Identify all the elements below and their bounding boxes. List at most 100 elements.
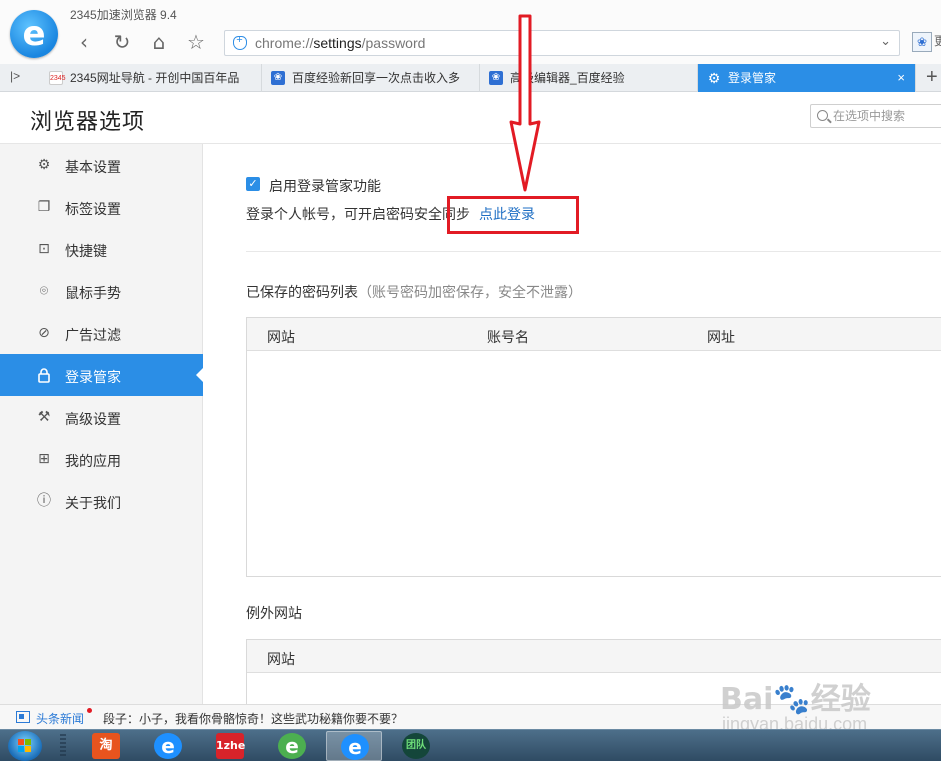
sidebar-item-label: 高级设置	[65, 411, 121, 427]
tab-baidu-jingyan-share[interactable]: ❀ 百度经验新回享一次点击收入多	[262, 64, 480, 92]
back-button[interactable]: ‹	[72, 30, 96, 54]
table-header: 网站 账号名 网址	[247, 318, 941, 351]
green-e-icon: e	[278, 733, 306, 759]
taskbar-app-ie[interactable]: e	[140, 731, 196, 761]
tab-label: 2345网址导航 - 开创中国百年品	[70, 71, 240, 85]
2345-logo-icon: 2345	[49, 71, 66, 85]
1zhe-icon: 1zhe	[216, 733, 245, 759]
table-header: 网站	[247, 640, 941, 673]
news-headline[interactable]: 段子：小子，我看你骨骼惊奇！这些武功秘籍你要不要？	[103, 710, 403, 727]
lock-icon	[36, 367, 52, 383]
annotation-arrow	[509, 14, 541, 192]
back-arrow-icon: ‹	[80, 30, 88, 54]
url-text[interactable]: chrome://settings/password	[255, 35, 425, 51]
taskbar-app-2345-browser[interactable]: e	[326, 731, 382, 761]
2345-browser-icon: e	[341, 734, 369, 760]
lock-svg	[38, 368, 50, 383]
team-app-icon: 团队	[402, 733, 430, 759]
home-button[interactable]: ⌂	[147, 30, 171, 54]
saved-passwords-heading: 已保存的密码列表	[246, 284, 358, 300]
saved-passwords-subtitle: （账号密码加密保存，安全不泄露）	[358, 284, 582, 300]
news-label[interactable]: 头条新闻	[36, 710, 84, 727]
search-input[interactable]	[833, 108, 941, 124]
baidu-paw-icon: ❀	[271, 71, 285, 85]
sidebar-item-label: 基本设置	[65, 159, 121, 175]
taskbar-grip	[60, 734, 66, 758]
start-button[interactable]	[8, 731, 42, 761]
taskbar-app-green-browser[interactable]: e	[264, 731, 320, 761]
enable-login-manager-checkbox[interactable]: ✓	[246, 177, 260, 191]
url-scheme: chrome://	[255, 35, 314, 51]
block-icon: ⊘	[38, 325, 50, 341]
logo-letter: e	[22, 14, 46, 54]
tab-2345-nav[interactable]: 2345 2345网址导航 - 开创中国百年品	[40, 64, 262, 92]
saved-passwords-title: 已保存的密码列表（账号密码加密保存，安全不泄露）	[246, 282, 582, 302]
sidebar-item-label: 标签设置	[65, 201, 121, 217]
windows-taskbar: 淘 e 1zhe e e 团队	[0, 729, 941, 761]
reload-button[interactable]: ↻	[110, 30, 134, 54]
address-dropdown-icon[interactable]: ⌄	[880, 33, 891, 49]
bookmark-button[interactable]: ☆	[184, 30, 208, 54]
sidebar-item-label: 快捷键	[65, 243, 107, 259]
new-tab-button[interactable]: +	[926, 64, 938, 90]
sidebar-item-label: 我的应用	[65, 453, 121, 469]
sidebar-item-mouse-gestures[interactable]: ⌾ 鼠标手势	[0, 270, 203, 312]
sidebar-item-label: 广告过滤	[65, 327, 121, 343]
reload-icon: ↻	[113, 30, 131, 54]
settings-search[interactable]	[810, 104, 941, 128]
gear-icon: ⚙	[37, 157, 51, 173]
column-header-site: 网站	[267, 651, 295, 667]
sidebar-item-advanced[interactable]: ⚒ 高级设置	[0, 396, 203, 438]
sidebar-item-about[interactable]: ⓘ 关于我们	[0, 480, 203, 522]
sidebar-item-label: 关于我们	[65, 495, 121, 511]
info-icon: ⓘ	[37, 493, 51, 509]
home-icon: ⌂	[152, 30, 166, 54]
wrench-icon: ⚒	[37, 409, 51, 425]
sidebar-item-basic[interactable]: ⚙ 基本设置	[0, 144, 203, 186]
browser-toolbar: e 2345加速浏览器 9.4 ‹ ↻ ⌂ ☆ chrome://setting…	[0, 0, 941, 64]
column-header-site: 网站	[267, 329, 295, 345]
mouse-icon: ⌾	[39, 283, 49, 299]
section-divider	[246, 251, 941, 252]
taskbar-app-1zhe[interactable]: 1zhe	[202, 731, 258, 761]
url-host: settings	[313, 35, 362, 51]
extension-more-label[interactable]: 更	[934, 32, 941, 49]
exceptions-title: 例外网站	[246, 605, 302, 621]
sidebar-item-my-apps[interactable]: ⊞ 我的应用	[0, 438, 203, 480]
ie-browser-icon: e	[154, 733, 182, 759]
taskbar-app-team[interactable]: 团队	[388, 731, 444, 761]
address-bar[interactable]: chrome://settings/password ⌄	[224, 30, 900, 56]
column-header-account: 账号名	[487, 329, 529, 345]
sidebar-item-tabs[interactable]: ❐ 标签设置	[0, 186, 203, 228]
column-header-url: 网址	[707, 329, 735, 345]
windows-logo-icon	[18, 739, 32, 753]
taobao-icon: 淘	[92, 733, 120, 759]
sidebar-toggle-icon[interactable]: |>	[10, 69, 20, 83]
sidebar-item-ad-filter[interactable]: ⊘ 广告过滤	[0, 312, 203, 354]
apps-grid-icon: ⊞	[38, 451, 50, 467]
taskbar-app-taobao[interactable]: 淘	[78, 731, 134, 761]
browser-logo-icon[interactable]: e	[10, 10, 58, 58]
tab-login-manager[interactable]: ⚙ 登录管家 ×	[698, 64, 916, 92]
security-shield-icon	[233, 34, 247, 50]
tab-label: 登录管家	[728, 71, 777, 85]
baidu-jingyan-watermark: Bai🐾经验 jingyan.baidu.com	[720, 674, 930, 734]
sidebar-item-login-manager[interactable]: 登录管家	[0, 354, 204, 396]
settings-sidebar: ⚙ 基本设置 ❐ 标签设置 ⊡ 快捷键 ⌾ 鼠标手势 ⊘ 广告过滤 登录管家 ⚒…	[0, 144, 204, 704]
browser-window: e 2345加速浏览器 9.4 ‹ ↻ ⌂ ☆ chrome://setting…	[0, 0, 941, 761]
tab-strip: |> 2345 2345网址导航 - 开创中国百年品 ❀ 百度经验新回享一次点击…	[0, 64, 941, 92]
login-tip-text: 登录个人帐号，可开启密码安全同步	[246, 206, 470, 222]
shortcut-key-icon: ⊡	[38, 241, 50, 257]
star-icon: ☆	[187, 30, 205, 54]
watermark-main: Bai🐾经验	[720, 682, 871, 717]
saved-passwords-table: 网站 账号名 网址	[246, 317, 941, 577]
baidu-extension-icon[interactable]: ❀	[912, 32, 932, 52]
annotation-highlight-box	[447, 196, 579, 234]
sidebar-item-shortcuts[interactable]: ⊡ 快捷键	[0, 228, 203, 270]
search-icon	[817, 110, 828, 121]
tab-close-icon[interactable]: ×	[897, 64, 905, 92]
checkbox-label: 启用登录管家功能	[269, 178, 381, 194]
app-title: 2345加速浏览器 9.4	[70, 8, 177, 22]
settings-header: 浏览器选项	[0, 92, 941, 144]
sidebar-item-label: 鼠标手势	[65, 285, 121, 301]
